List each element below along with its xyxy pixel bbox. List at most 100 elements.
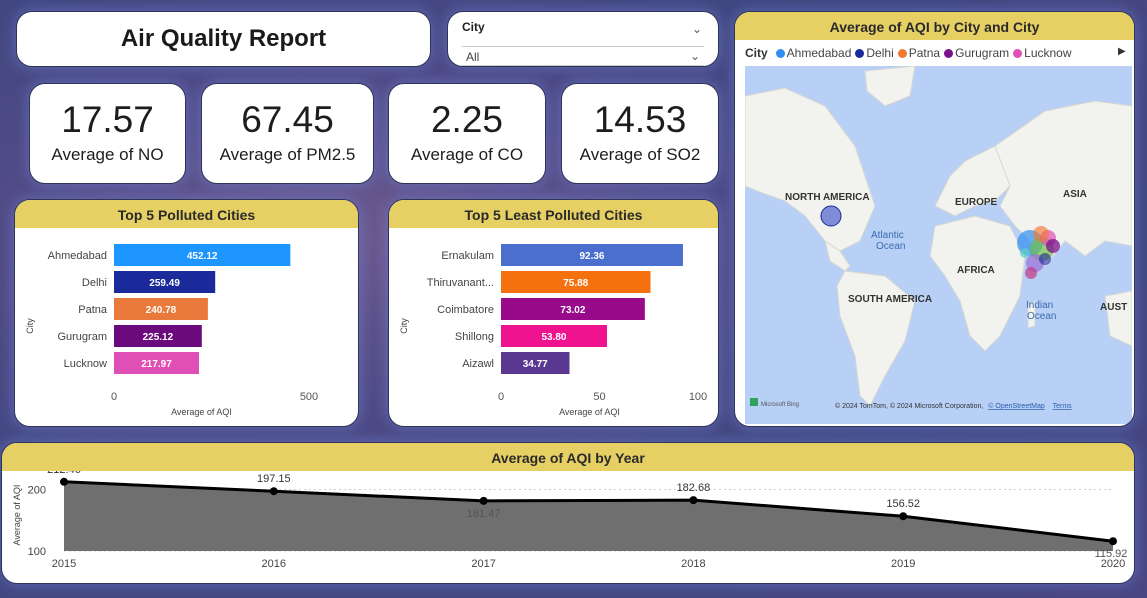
x-tick-label: 100 bbox=[689, 391, 707, 403]
data-label: 92.36 bbox=[579, 251, 604, 262]
kpi-value: 17.57 bbox=[61, 99, 154, 140]
y-axis-title: City bbox=[399, 318, 409, 334]
greenland-landmass bbox=[864, 66, 916, 107]
attribution-text: © 2024 TomTom, © 2024 Microsoft Corporat… bbox=[835, 402, 983, 410]
legend-dot bbox=[1013, 49, 1023, 58]
kpi-card-pm25: 67.45 Average of PM2.5 bbox=[201, 83, 374, 184]
data-label: 259.49 bbox=[149, 278, 180, 289]
x-tick-label: 2020 bbox=[1101, 558, 1125, 570]
city-bubble bbox=[1025, 267, 1037, 279]
legend-dot bbox=[944, 49, 954, 58]
data-label: 240.78 bbox=[146, 305, 177, 316]
legend-dot bbox=[855, 49, 865, 58]
kpi-card-so2: 14.53 Average of SO2 bbox=[561, 83, 719, 184]
data-label: 212.46 bbox=[47, 471, 81, 476]
legend-item-gurugram[interactable]: Gurugram bbox=[955, 46, 1009, 60]
data-label: 225.12 bbox=[143, 332, 174, 343]
city-bubble bbox=[1033, 226, 1049, 242]
map-label-indian: Indian bbox=[1026, 300, 1053, 311]
map-label-africa: AFRICA bbox=[957, 265, 995, 276]
aqi-map-panel: Average of AQI by City and City City Ahme… bbox=[734, 11, 1135, 427]
x-tick-label: 500 bbox=[300, 391, 318, 403]
legend-item-patna[interactable]: Patna bbox=[909, 46, 940, 60]
report-title: Air Quality Report bbox=[120, 25, 327, 52]
map-label-asia: ASIA bbox=[1063, 189, 1087, 200]
south-america-landmass bbox=[836, 270, 916, 407]
data-point bbox=[269, 487, 278, 496]
world-map[interactable]: NORTH AMERICA EUROPE ASIA Atlantic Ocean… bbox=[745, 66, 1132, 424]
africa-landmass bbox=[929, 215, 1026, 352]
kpi-caption: Average of NO bbox=[51, 144, 164, 164]
legend-title: City bbox=[745, 46, 768, 60]
aqi-by-year-panel: Average of AQI by Year 100200212.4620151… bbox=[1, 442, 1135, 584]
terms-link[interactable]: Terms bbox=[1053, 403, 1073, 410]
top-polluted-panel: Top 5 Polluted Cities Ahmedabad 452.12 Del… bbox=[14, 199, 359, 427]
city-bubble bbox=[1020, 248, 1030, 258]
legend-item-lucknow[interactable]: Lucknow bbox=[1024, 46, 1071, 60]
kpi-value: 14.53 bbox=[593, 99, 687, 140]
y-axis-title: City bbox=[25, 318, 35, 334]
category-label: Aizawl bbox=[462, 358, 494, 370]
osm-link[interactable]: © OpenStreetMap bbox=[988, 402, 1045, 410]
map-label-indian-ocean: Ocean bbox=[1027, 311, 1056, 322]
australia-landmass bbox=[1104, 290, 1132, 347]
map-label-atlantic: Atlantic bbox=[871, 230, 904, 241]
data-label: 452.12 bbox=[187, 251, 218, 262]
y-tick-label: 200 bbox=[28, 484, 46, 496]
kpi-caption: Average of CO bbox=[410, 144, 524, 164]
chevron-up-icon[interactable]: ⌄ bbox=[692, 22, 702, 36]
legend-dot bbox=[897, 49, 907, 58]
usa-bubble bbox=[820, 205, 842, 227]
bing-logo-icon bbox=[750, 398, 758, 406]
map-label-europe: EUROPE bbox=[955, 197, 998, 208]
kpi-card-no: 17.57 Average of NO bbox=[29, 83, 186, 184]
data-label: 53.80 bbox=[541, 332, 566, 343]
category-label: Ernakulam bbox=[441, 250, 494, 262]
kpi-caption: Average of PM2.5 bbox=[219, 144, 356, 164]
city-dropdown[interactable]: All ⌄ bbox=[462, 46, 704, 66]
legend-item-delhi[interactable]: Delhi bbox=[866, 46, 893, 60]
map-attribution: © 2024 TomTom, © 2024 Microsoft Corporat… bbox=[835, 402, 1072, 410]
data-label: 75.88 bbox=[563, 278, 588, 289]
data-point bbox=[60, 477, 68, 486]
x-tick-label: 0 bbox=[111, 391, 117, 403]
data-point bbox=[899, 512, 908, 521]
data-label: 34.77 bbox=[523, 359, 548, 370]
data-label: 156.52 bbox=[886, 498, 920, 510]
category-label: Gurugram bbox=[57, 331, 107, 343]
legend-item-ahmedabad[interactable]: Ahmedabad bbox=[787, 46, 852, 60]
data-label: 197.15 bbox=[257, 473, 291, 485]
kpi-value: 2.25 bbox=[430, 99, 503, 140]
north-america-landmass bbox=[745, 87, 876, 252]
city-slicer[interactable]: City ⌄ All ⌄ bbox=[447, 11, 719, 67]
report-title-card: Air Quality Report bbox=[16, 11, 431, 67]
panel-title: Top 5 Polluted Cities bbox=[15, 200, 358, 228]
legend-next-icon[interactable]: ▶ bbox=[1118, 46, 1126, 57]
x-tick-label: 2017 bbox=[471, 558, 495, 570]
panel-title: Top 5 Least Polluted Cities bbox=[389, 200, 718, 228]
map-label-south-america: SOUTH AMERICA bbox=[848, 294, 932, 305]
y-tick-label: 100 bbox=[28, 546, 46, 558]
chevron-down-icon[interactable]: ⌄ bbox=[690, 49, 700, 63]
slicer-label: City bbox=[462, 20, 485, 34]
x-tick-label: 0 bbox=[498, 391, 504, 403]
panel-title: Average of AQI by City and City bbox=[735, 12, 1134, 40]
x-tick-label: 50 bbox=[593, 391, 605, 403]
map-watermark: Microsoft Bing bbox=[761, 402, 799, 408]
map-label-north-america: NORTH AMERICA bbox=[785, 192, 870, 203]
data-point bbox=[689, 496, 698, 505]
data-point bbox=[479, 496, 488, 505]
panel-title: Average of AQI by Year bbox=[2, 443, 1134, 471]
category-label: Shillong bbox=[455, 331, 494, 343]
category-label: Delhi bbox=[82, 277, 107, 289]
map-label-atlantic-ocean: Ocean bbox=[876, 241, 905, 252]
map-label-aust: AUST bbox=[1100, 302, 1127, 313]
aqi-by-year-chart: 100 200 212.46 2015 197.15 2016 181.47 2017 182.… bbox=[12, 471, 1127, 570]
y-axis-title: Average of AQI bbox=[12, 485, 22, 546]
map-legend: City Ahmedabad Delhi Patna Gurugram Lucknow ▶ bbox=[745, 46, 1126, 60]
city-bubble bbox=[1046, 239, 1060, 253]
data-label: 181.47 bbox=[467, 508, 501, 520]
map-canvas: NORTH AMERICA EUROPE ASIA Atlantic Ocean… bbox=[745, 66, 1132, 410]
x-tick-label: 2019 bbox=[891, 558, 915, 570]
area-fill bbox=[64, 481, 1113, 551]
